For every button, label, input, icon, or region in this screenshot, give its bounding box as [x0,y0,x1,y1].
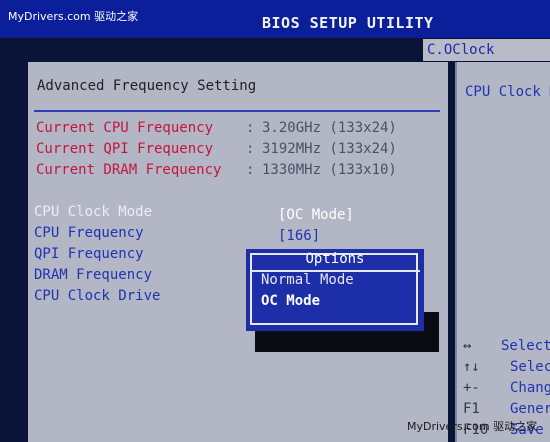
current-dram-frequency-value: 1330MHz (133x10) [262,162,397,178]
heading-divider [34,110,440,112]
page-title: Advanced Frequency Setting [37,78,257,94]
current-dram-frequency-label: Current DRAM Frequency [36,162,222,178]
option-normal-mode[interactable]: Normal Mode [261,272,354,288]
tab-c-oclock[interactable]: C.OClock [423,39,550,61]
setting-dram-frequency[interactable]: DRAM Frequency [34,267,152,283]
current-qpi-frequency-sep: : [246,141,255,157]
setting-qpi-frequency[interactable]: QPI Frequency [34,246,144,262]
help-text-select-screen: Select [501,338,550,354]
option-oc-mode[interactable]: OC Mode [261,293,320,309]
options-popup: Options Normal Mode OC Mode [246,249,424,331]
setting-cpu-clock-drive[interactable]: CPU Clock Drive [34,288,160,304]
current-cpu-frequency-sep: : [246,120,255,136]
current-qpi-frequency-label: Current QPI Frequency [36,141,214,157]
help-key-select-item: ↑↓ [463,359,480,375]
current-dram-frequency-sep: : [246,162,255,178]
current-cpu-frequency-value: 3.20GHz (133x24) [262,120,397,136]
bios-title: BIOS SETUP UTILITY [262,14,434,32]
options-popup-title: Options [305,251,365,267]
help-description: CPU Clock M [465,84,550,100]
help-key-general: F1 [463,401,480,417]
setting-cpu-frequency-value[interactable]: [166] [278,228,320,244]
watermark-top: MyDrivers.com 驱动之家 [8,10,139,23]
watermark-bottom: MyDrivers.com 驱动之家 [407,420,538,433]
setting-cpu-clock-mode[interactable]: CPU Clock Mode [34,204,152,220]
help-key-select-screen: ↔ [463,338,472,354]
help-text-select-item: Selec [510,359,550,375]
current-qpi-frequency-value: 3192MHz (133x24) [262,141,397,157]
help-text-change: Chang [510,380,550,396]
setting-cpu-clock-mode-value[interactable]: [OC Mode] [278,207,354,223]
help-divider [455,62,457,442]
help-key-change: +- [463,380,480,396]
setting-cpu-frequency[interactable]: CPU Frequency [34,225,144,241]
help-text-general: Gener [510,401,550,417]
help-panel: CPU Clock M ↔ Select ↑↓ Selec +- Chang F… [455,62,550,442]
current-cpu-frequency-label: Current CPU Frequency [36,120,214,136]
